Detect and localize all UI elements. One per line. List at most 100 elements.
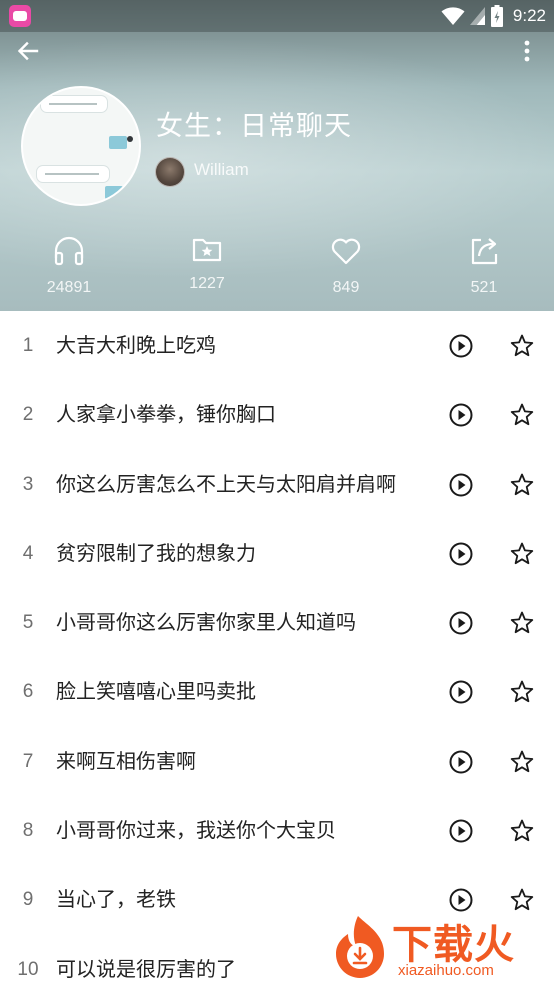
- status-bar: 9:22: [0, 0, 554, 32]
- headphones-icon: [54, 236, 84, 266]
- arrow-left-icon: [17, 41, 39, 61]
- track-index: 9: [22, 889, 34, 911]
- track-title[interactable]: 来啊互相伤害啊: [56, 727, 196, 796]
- track-row[interactable]: 7 来啊互相伤害啊: [0, 727, 554, 796]
- heart-icon: [331, 238, 361, 265]
- favorite-button[interactable]: [509, 679, 535, 705]
- star-outline-icon: [510, 611, 534, 634]
- likes-count: 849: [332, 279, 360, 296]
- status-time: 9:22: [512, 6, 546, 25]
- play-button[interactable]: [448, 541, 474, 567]
- track-title[interactable]: 小哥哥你这么厉害你家里人知道吗: [56, 588, 356, 657]
- track-list: 1 大吉大利晚上吃鸡 2 人家拿小拳拳，锤你胸口 3 你这么厉害怎么不上天与太阳…: [0, 311, 554, 986]
- more-vertical-icon: [524, 40, 530, 62]
- track-index: 5: [22, 612, 34, 634]
- play-button[interactable]: [448, 610, 474, 636]
- track-row[interactable]: 1 大吉大利晚上吃鸡: [0, 311, 554, 380]
- star-outline-icon: [510, 888, 534, 911]
- favorite-button[interactable]: [509, 749, 535, 775]
- battery-icon: [490, 5, 503, 27]
- listens-stat: 24891: [24, 234, 114, 297]
- watermark-domain: xiazaihuo.com: [398, 962, 494, 979]
- track-index: 10: [17, 958, 39, 980]
- favorite-button[interactable]: [509, 818, 535, 844]
- more-options-button[interactable]: [522, 38, 532, 64]
- play-button[interactable]: [448, 887, 474, 913]
- listens-count: 24891: [46, 279, 92, 296]
- star-outline-icon: [510, 334, 534, 357]
- track-row[interactable]: 3 你这么厉害怎么不上天与太阳肩并肩啊: [0, 450, 554, 519]
- play-button[interactable]: [448, 402, 474, 428]
- track-row[interactable]: 5 小哥哥你这么厉害你家里人知道吗: [0, 588, 554, 657]
- track-title[interactable]: 小哥哥你过来，我送你个大宝贝: [56, 796, 336, 865]
- play-circle-icon: [449, 334, 473, 358]
- track-title[interactable]: 贫穷限制了我的想象力: [56, 519, 256, 588]
- play-circle-icon: [449, 403, 473, 427]
- playlist-screen: 9:22 女生：日常聊天 William 24891 1227 849 521 …: [0, 0, 554, 986]
- playlist-title: 女生：日常聊天: [156, 111, 352, 142]
- favorite-button[interactable]: [509, 541, 535, 567]
- playlist-cover-image[interactable]: [21, 86, 141, 206]
- star-outline-icon: [510, 473, 534, 495]
- track-row[interactable]: 2 人家拿小拳拳，锤你胸口: [0, 380, 554, 449]
- track-title[interactable]: 你这么厉害怎么不上天与太阳肩并肩啊: [56, 450, 396, 519]
- play-button[interactable]: [448, 333, 474, 359]
- track-index: 7: [22, 750, 34, 772]
- back-button[interactable]: [13, 36, 43, 66]
- track-title[interactable]: 大吉大利晚上吃鸡: [56, 311, 216, 380]
- favorite-button[interactable]: [509, 610, 535, 636]
- play-button[interactable]: [448, 749, 474, 775]
- play-circle-icon: [449, 542, 473, 566]
- track-index: 8: [22, 820, 34, 842]
- track-index: 2: [22, 404, 34, 426]
- star-outline-icon: [510, 681, 534, 703]
- watermark: 下载火 xiazaihuo.com: [328, 912, 554, 986]
- playlist-header: 9:22 女生：日常聊天 William 24891 1227 849 521: [0, 0, 554, 311]
- play-circle-icon: [449, 473, 473, 497]
- flame-logo-icon: [336, 916, 384, 978]
- track-index: 6: [22, 681, 34, 703]
- play-button[interactable]: [448, 472, 474, 498]
- like-button[interactable]: 849: [301, 234, 391, 297]
- cover-sticker: [109, 136, 127, 149]
- play-circle-icon: [449, 680, 473, 704]
- play-circle-icon: [449, 611, 473, 635]
- wifi-icon: [441, 7, 465, 25]
- favorite-button[interactable]: [509, 472, 535, 498]
- track-row[interactable]: 8 小哥哥你过来，我送你个大宝贝: [0, 796, 554, 865]
- star-outline-icon: [510, 750, 534, 772]
- cover-chat-text: [49, 103, 97, 105]
- play-circle-icon: [449, 888, 473, 912]
- track-index: 1: [22, 335, 34, 356]
- status-icons: 9:22: [441, 4, 546, 28]
- play-circle-icon: [449, 750, 473, 774]
- play-button[interactable]: [448, 679, 474, 705]
- favorite-button[interactable]: [509, 333, 535, 359]
- track-title[interactable]: 可以说是很厉害的了: [56, 935, 236, 986]
- play-button[interactable]: [448, 818, 474, 844]
- collects-count: 1227: [189, 275, 225, 292]
- author-name[interactable]: William: [194, 160, 249, 180]
- folder-star-icon: [192, 238, 222, 262]
- app-notification-icon: [9, 5, 31, 27]
- track-row[interactable]: 4 贫穷限制了我的想象力: [0, 519, 554, 588]
- track-title[interactable]: 脸上笑嘻嘻心里吗卖批: [56, 657, 256, 726]
- favorite-button[interactable]: [509, 402, 535, 428]
- track-index: 3: [22, 473, 34, 495]
- collect-button[interactable]: 1227: [162, 232, 252, 293]
- star-outline-icon: [510, 542, 534, 564]
- shares-count: 521: [470, 279, 498, 296]
- cover-sticker: [105, 186, 123, 199]
- star-outline-icon: [510, 403, 534, 426]
- share-button[interactable]: 521: [439, 234, 529, 297]
- signal-icon: [469, 7, 485, 25]
- track-row[interactable]: 6 脸上笑嘻嘻心里吗卖批: [0, 657, 554, 726]
- track-index: 4: [22, 542, 34, 564]
- favorite-button[interactable]: [509, 887, 535, 913]
- author-avatar[interactable]: [155, 157, 185, 187]
- cover-avatar-dot: [127, 136, 133, 142]
- share-icon: [471, 238, 498, 265]
- track-title[interactable]: 人家拿小拳拳，锤你胸口: [56, 380, 276, 449]
- track-title[interactable]: 当心了，老铁: [56, 865, 176, 934]
- star-outline-icon: [510, 819, 534, 842]
